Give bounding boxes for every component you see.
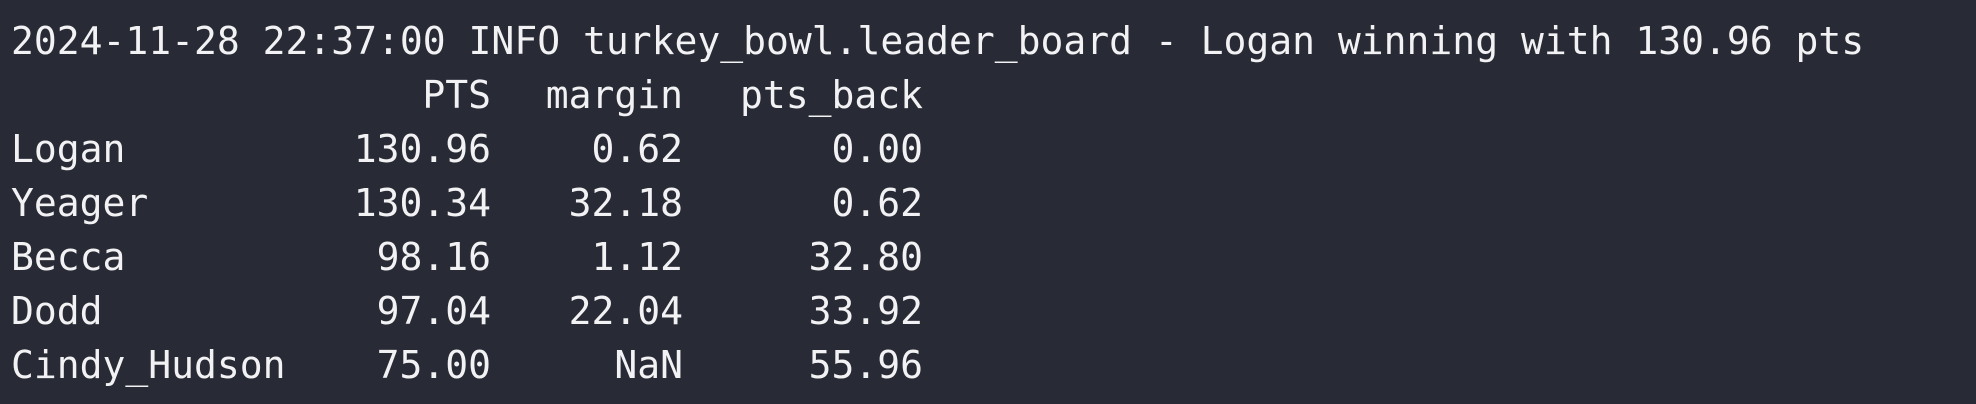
- row-pts: 130.34: [353, 181, 491, 225]
- row-margin: 32.18: [568, 181, 683, 225]
- row-margin: NaN: [614, 343, 683, 387]
- row-margin: 0.62: [591, 127, 683, 171]
- column-header-margin: margin: [545, 73, 683, 117]
- terminal-output[interactable]: 2024-11-28 22:37:00 INFO turkey_bowl.lea…: [0, 0, 1976, 404]
- table-row: Becca 98.16 1.12 32.80: [11, 230, 1976, 284]
- column-header-pts: PTS: [422, 73, 491, 117]
- row-margin: 1.12: [591, 235, 683, 279]
- table-row: Yeager 130.34 32.18 0.62: [11, 176, 1976, 230]
- row-pts: 97.04: [376, 289, 491, 333]
- row-pts-back: 0.62: [831, 181, 923, 225]
- row-pts-back: 0.00: [831, 127, 923, 171]
- table-header: PTS margin pts_back: [11, 68, 1976, 122]
- row-name: Becca: [11, 235, 126, 279]
- row-name: Yeager: [11, 181, 149, 225]
- row-pts: 75.00: [376, 343, 491, 387]
- table-row: Cindy_Hudson 75.00 NaN 55.96: [11, 338, 1976, 392]
- row-pts-back: 55.96: [808, 343, 923, 387]
- log-line: 2024-11-28 22:37:00 INFO turkey_bowl.lea…: [11, 19, 1865, 63]
- row-name: Dodd: [11, 289, 103, 333]
- row-pts-back: 33.92: [808, 289, 923, 333]
- row-name: Cindy_Hudson: [11, 343, 286, 387]
- table-row: Dodd 97.04 22.04 33.92: [11, 284, 1976, 338]
- row-name: Logan: [11, 127, 126, 171]
- row-pts: 130.96: [353, 127, 491, 171]
- row-pts: 98.16: [376, 235, 491, 279]
- column-header-pts-back: pts_back: [739, 73, 923, 117]
- row-pts-back: 32.80: [808, 235, 923, 279]
- row-margin: 22.04: [568, 289, 683, 333]
- table-row: Logan 130.96 0.62 0.00: [11, 122, 1976, 176]
